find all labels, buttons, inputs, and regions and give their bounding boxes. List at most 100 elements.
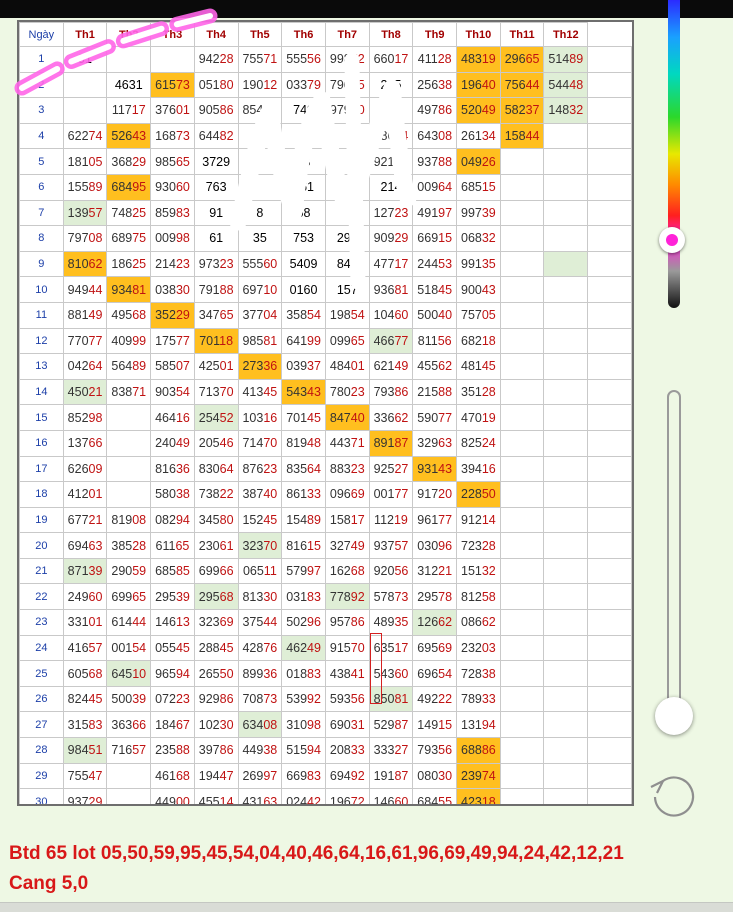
result-cell: 93757 [368,532,414,559]
result-cell: 44938 [237,737,283,764]
result-cell: 41128 [412,46,458,73]
brush-size-knob[interactable] [655,697,693,735]
result-cell: 08030 [412,762,458,790]
result-cell [587,429,632,457]
result-cell: 45021 [62,378,108,406]
day-cell: 15 [19,404,64,431]
result-cell: 12662 [412,609,458,636]
table-row: 26 82445 50039 07223 92986 70873 53992 59356 850… [19,685,632,713]
result-cell: 69710 [237,276,283,303]
result-cell [587,199,632,227]
result-cell: 37704 [237,301,283,329]
table-row: 23 33101 61444 14613 32369 37544 50296 95786 489… [19,609,632,636]
result-cell: 88323 [324,455,370,483]
result-cell [543,378,589,406]
result-cell: 21588 [412,378,458,406]
brush-size-slider[interactable] [667,390,681,720]
result-cell: 29578 [412,583,458,611]
result-cell: 31221 [412,557,458,585]
result-cell [587,173,632,201]
result-cell [499,634,545,662]
day-cell: 4 [19,122,64,150]
result-cell: 41657 [62,634,108,662]
result-cell [543,455,589,483]
result-cell [499,173,545,201]
table-row: 24 41657 00154 05545 28845 42876 46249 91570 635… [19,634,632,662]
result-cell: 50296 [281,609,326,636]
result-cell [499,455,545,483]
result-cell: 83564 [281,455,326,483]
result-cell: 49568 [106,301,152,329]
result-cell: 35 [237,225,283,252]
result-cell: 81908 [106,506,152,534]
result-cell: 095 [368,97,414,124]
result-cell: 36829 [106,148,152,175]
result-cell: 4631 [106,71,152,99]
result-cell: 61165 [150,532,195,559]
result-cell: 09965 [324,327,370,355]
result-cell [543,429,589,457]
result-cell: 19672 [324,788,370,804]
result-cell: 35229 [150,301,195,329]
day-cell: 19 [19,506,64,534]
result-cell: 68495 [106,173,152,201]
result-cell [587,122,632,150]
result-cell: 79685 [324,71,370,99]
result-cell: 763 [193,173,239,201]
note-line-1: Btd 65 lot 05,50,59,95,45,54,04,40,46,64… [9,843,624,864]
table-row: 27 31583 36366 18467 10230 63408 31098 69031 529… [19,711,632,739]
result-cell: 26134 [456,122,501,150]
result-cell: 214 [368,173,414,201]
day-cell: 6 [19,173,64,201]
day-cell: 29 [19,762,64,790]
result-cell: 47717 [368,250,414,278]
result-cell: 84740 [324,404,370,431]
result-cell: 55560 [237,250,283,278]
result-cell: 79188 [193,276,239,303]
result-cell: 71657 [106,737,152,764]
result-cell: 26550 [193,660,239,687]
header-month-1: Th1 [62,22,108,47]
result-cell: 46168 [150,762,195,790]
result-cell [106,429,152,457]
result-cell [587,762,632,790]
result-cell: 14915 [412,711,458,739]
table-row: 9 81062 18625 21423 97323 55560 5409 845 47717 24… [19,250,632,278]
result-cell: 67721 [62,506,108,534]
result-cell: 09669 [324,481,370,508]
result-cell: 55556 [281,46,326,73]
result-cell: 75571 [237,46,283,73]
result-cell [237,148,283,175]
result-cell: 08294 [150,506,195,534]
result-cell: 63408 [237,711,283,739]
table-row: 10 94944 93481 03830 79188 69710 0160 157 93681 5… [19,276,632,303]
result-cell: 07223 [150,685,195,713]
result-cell: 87623 [237,455,283,483]
result-cell: 92986 [193,685,239,713]
color-picker-knob[interactable] [659,227,685,253]
table-row: 22 24960 69965 29539 29568 81330 03183 77892 578… [19,583,632,611]
result-cell: 68515 [456,173,501,201]
result-cell [106,762,152,790]
result-cell: 10230 [193,711,239,739]
result-cell: 59077 [412,404,458,431]
table-body: 1 91 94228 75571 55556 99872 66017 41128 48319 29… [19,46,632,804]
color-picker-slider[interactable] [668,0,680,308]
header-month-12: Th12 [543,22,589,47]
result-cell: 73822 [193,481,239,508]
result-cell: 58 [281,199,326,227]
undo-icon[interactable] [646,768,700,822]
result-cell: 24453 [412,250,458,278]
result-cell: 17577 [150,327,195,355]
result-cell: 99872 [324,46,370,73]
table-row: 13 04264 56489 58507 42501 27336 03937 48401 621… [19,353,632,380]
result-cell: 89187 [368,429,414,457]
result-cell: 18105 [62,148,108,175]
result-cell: 42876 [237,634,283,662]
table-row: 4 62274 52643 16873 64482 88624 64308 26134 1584… [19,122,632,150]
table-row: 30 93729 44900 45514 43163 02442 19672 14660 684… [19,788,632,804]
result-cell [543,481,589,508]
result-cell: 93729 [62,788,108,804]
result-cell: 34765 [193,301,239,329]
result-cell [150,46,195,73]
